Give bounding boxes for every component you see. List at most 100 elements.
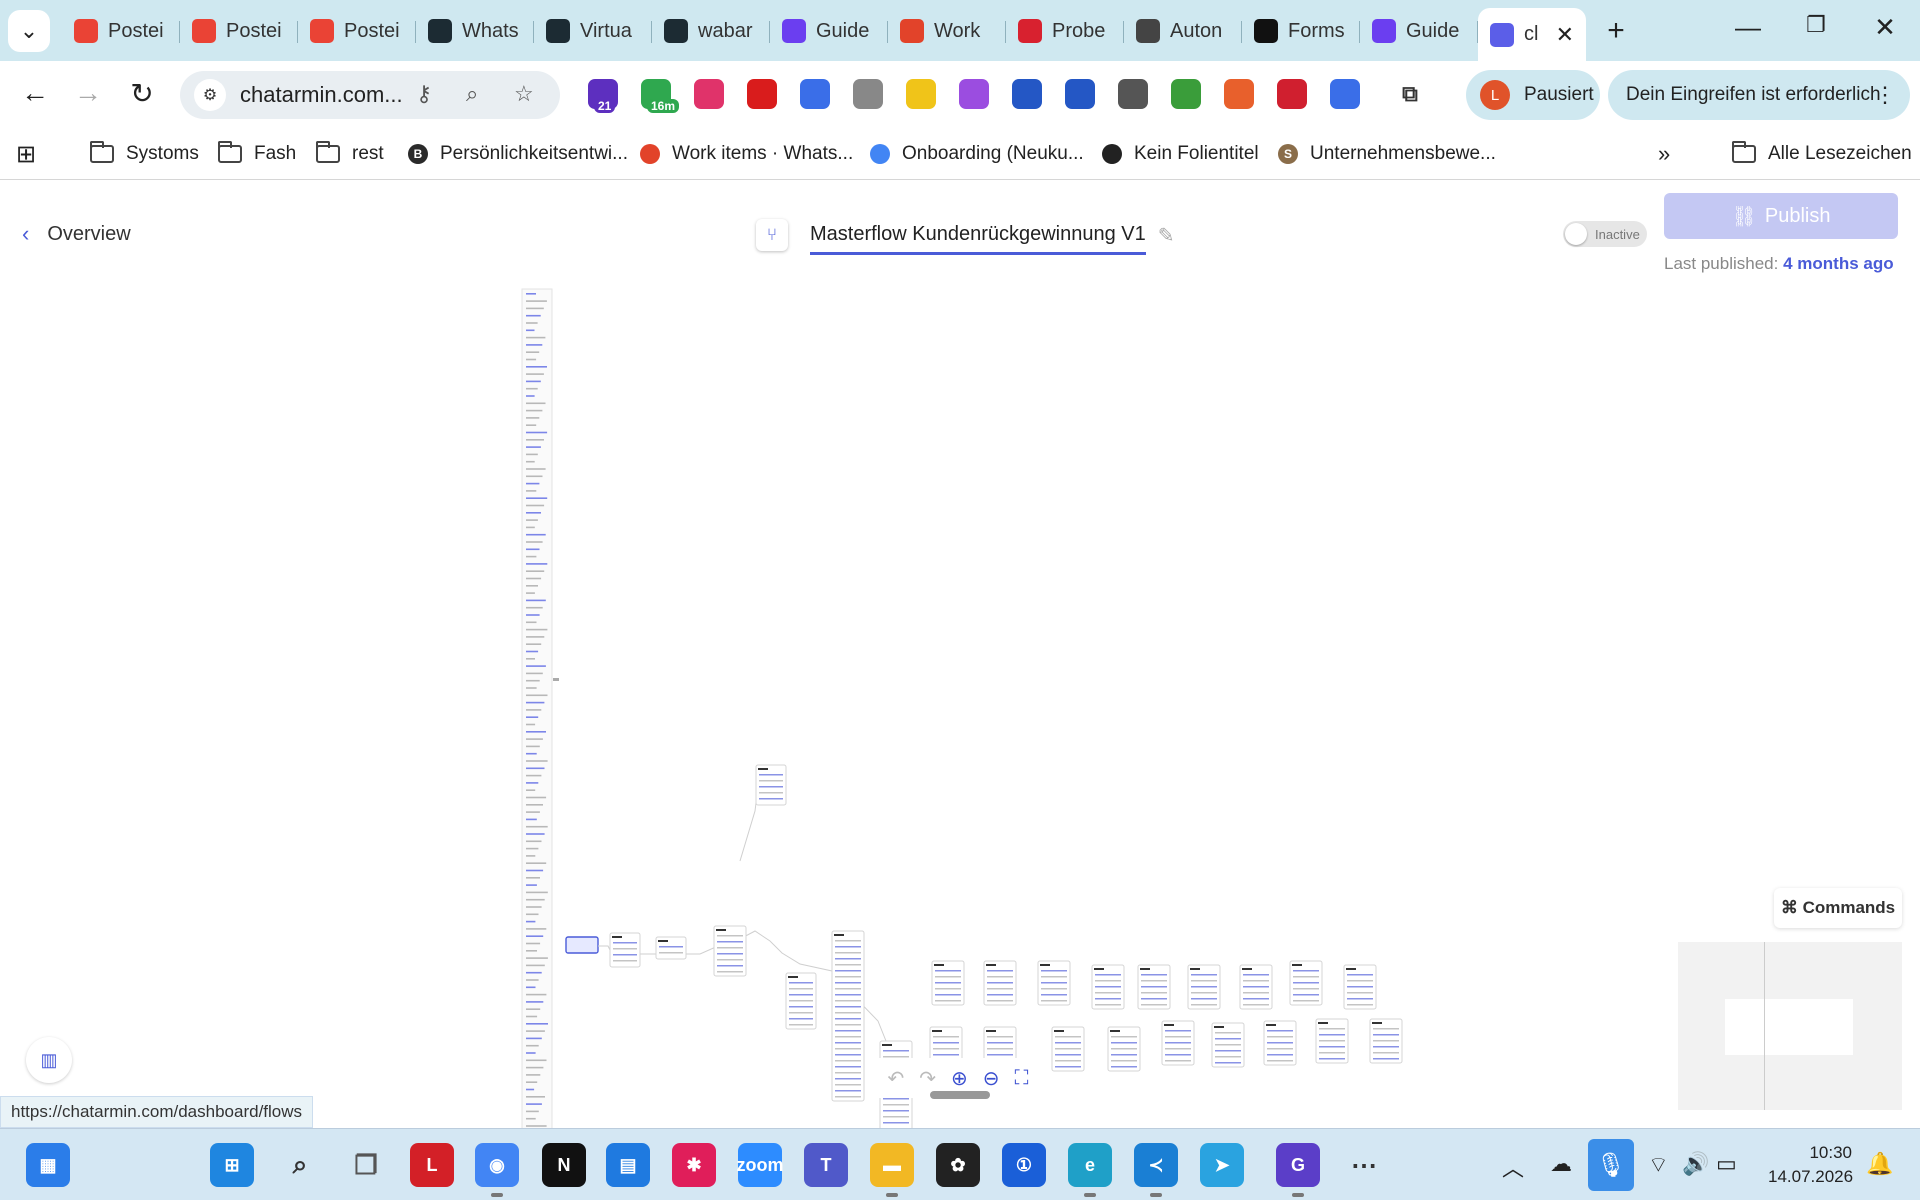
bookmark-0[interactable]: Systoms <box>89 138 199 170</box>
notifications-icon[interactable]: 🔔 <box>1866 1151 1893 1177</box>
tab-6[interactable]: Guide <box>770 10 888 52</box>
profile-button[interactable]: L Pausiert <box>1466 70 1600 120</box>
stats-button[interactable]: ▥ <box>26 1037 72 1083</box>
zoom-icon[interactable]: ⌕ <box>466 81 478 107</box>
clock-ext-icon[interactable] <box>1118 79 1148 109</box>
flow-node[interactable] <box>565 936 599 954</box>
close-window-button[interactable]: ✕ <box>1862 12 1908 43</box>
battery-icon[interactable]: ▭ <box>1716 1151 1737 1177</box>
publish-button[interactable]: ⛓ Publish <box>1664 193 1898 239</box>
task-view-icon[interactable]: ❐ <box>344 1143 388 1187</box>
widgets-icon[interactable]: ▦ <box>26 1143 70 1187</box>
active-toggle[interactable]: Inactive <box>1563 221 1647 247</box>
horizontal-scrollbar[interactable] <box>930 1091 990 1099</box>
reload-button[interactable]: ↻ <box>122 77 162 110</box>
tab-5[interactable]: wabar <box>652 10 770 52</box>
all-bookmarks-button[interactable]: Alle Lesezeichen <box>1731 138 1912 170</box>
tab-7[interactable]: Work <box>888 10 1006 52</box>
file-explorer-icon[interactable]: ▬ <box>870 1143 914 1197</box>
back-button[interactable]: ← <box>15 77 55 109</box>
tab-10[interactable]: Forms <box>1242 10 1360 52</box>
g-ext-icon[interactable] <box>1277 79 1307 109</box>
forward-button[interactable]: → <box>68 77 108 109</box>
tab-1[interactable]: Postei <box>180 10 298 52</box>
cloud-ext-icon[interactable] <box>1012 79 1042 109</box>
extensions-puzzle-icon[interactable]: ⧉ <box>1395 79 1425 109</box>
bookmark-3[interactable]: B Persönlichkeitsentwi... <box>408 138 628 170</box>
fit-view-icon[interactable]: ⛶ <box>1014 1067 1028 1090</box>
notion-icon[interactable]: N <box>542 1143 586 1187</box>
fox-ext-icon[interactable] <box>1224 79 1254 109</box>
flow-node[interactable] <box>609 932 641 968</box>
minimap-viewport[interactable] <box>1725 999 1853 1055</box>
tab-11[interactable]: Guide <box>1360 10 1478 52</box>
1password-icon[interactable]: ① <box>1002 1143 1046 1187</box>
tray-chevron-icon[interactable]: ︿ <box>1502 1151 1524 1183</box>
commands-button[interactable]: ⌘ Commands <box>1774 888 1902 928</box>
tab-3[interactable]: Whats <box>416 10 534 52</box>
vscode-icon[interactable]: ≺ <box>1134 1143 1178 1197</box>
grid-ext-icon[interactable] <box>694 79 724 109</box>
flow-node[interactable] <box>929 1026 963 1062</box>
intervention-alert-button[interactable]: Dein Eingreifen ist erforderlich ⋮ <box>1608 70 1910 120</box>
overview-back-link[interactable]: ‹ Overview <box>22 221 131 247</box>
camera-ext-icon[interactable] <box>853 79 883 109</box>
tab-search-button[interactable]: ⌄ <box>8 10 50 52</box>
slack-icon[interactable]: ✱ <box>672 1143 716 1187</box>
onedrive-icon[interactable]: ☁ <box>1550 1151 1572 1177</box>
tab-active[interactable]: cl ✕ <box>1478 8 1586 61</box>
l-app-icon[interactable]: L <box>410 1143 454 1187</box>
address-bar[interactable]: ⚙ chatarmin.com... ⚷ ⌕ ☆ <box>180 71 560 119</box>
flow-name-input[interactable]: Masterflow Kundenrückgewinnung V1 <box>810 215 1146 255</box>
tab-8[interactable]: Probe <box>1006 10 1124 52</box>
site-info-icon[interactable]: ⚙ <box>194 79 226 111</box>
edge-icon[interactable]: e <box>1068 1143 1112 1197</box>
guidde-icon[interactable]: G <box>1276 1143 1320 1197</box>
edit-icon[interactable]: ✎ <box>1158 223 1175 248</box>
flow-node[interactable] <box>983 1026 1017 1062</box>
bookmark-2[interactable]: rest <box>315 138 384 170</box>
snowflake-ext-icon[interactable] <box>1330 79 1360 109</box>
new-tab-button[interactable]: + <box>1598 14 1634 48</box>
flow-canvas[interactable] <box>0 281 1920 1132</box>
chatgpt-icon[interactable]: ✿ <box>936 1143 980 1187</box>
menu-dots-icon[interactable]: ⋮ <box>1874 82 1896 108</box>
tab-2[interactable]: Postei <box>298 10 416 52</box>
tab-0[interactable]: Postei <box>62 10 180 52</box>
zoom-in-icon[interactable]: ⊕ <box>951 1066 968 1091</box>
restore-button[interactable]: ❐ <box>1793 12 1839 38</box>
zoom-icon[interactable]: zoom <box>737 1143 784 1187</box>
flow-node[interactable] <box>713 925 747 977</box>
ring-ext-icon[interactable] <box>959 79 989 109</box>
close-tab-icon[interactable]: ✕ <box>1556 22 1574 48</box>
bookmark-4[interactable]: Work items · Whats... <box>640 138 853 170</box>
more-apps-icon[interactable]: ⋯ <box>1342 1143 1386 1187</box>
tab-9[interactable]: Auton <box>1124 10 1242 52</box>
face-ext-icon[interactable] <box>906 79 936 109</box>
bookmark-7[interactable]: S Unternehmensbewe... <box>1278 138 1496 170</box>
eyedropper-ext-icon[interactable] <box>747 79 777 109</box>
microphone-icon[interactable]: 🎙 <box>1588 1139 1634 1191</box>
search-icon[interactable]: ⌕ <box>278 1143 322 1187</box>
bookmark-6[interactable]: Kein Folientitel <box>1102 138 1259 170</box>
undo-icon[interactable]: ↶ <box>887 1066 904 1091</box>
bookmark-5[interactable]: Onboarding (Neuku... <box>870 138 1084 170</box>
wifi-icon[interactable]: ⌔ <box>1648 1151 1669 1179</box>
clock[interactable]: 10:30 14.07.2026 <box>1768 1141 1853 1189</box>
minimize-button[interactable]: — <box>1725 12 1771 43</box>
redo-icon[interactable]: ↷ <box>919 1066 936 1091</box>
key-icon[interactable]: ⚷ <box>416 81 432 107</box>
chrome-icon[interactable]: ◉ <box>475 1143 519 1197</box>
telegram-icon[interactable]: ➤ <box>1200 1143 1244 1187</box>
bookmark-star-icon[interactable]: ☆ <box>514 81 534 107</box>
minimap[interactable] <box>1678 942 1902 1110</box>
store-icon[interactable]: ▤ <box>606 1143 650 1187</box>
more-bookmarks-icon[interactable]: » <box>1658 138 1670 170</box>
c-ext-icon[interactable] <box>800 79 830 109</box>
zoom-out-icon[interactable]: ⊖ <box>983 1066 1000 1091</box>
flow-graph[interactable] <box>0 281 1920 1132</box>
bookmark-1[interactable]: Fash <box>217 138 296 170</box>
apps-grid-icon[interactable]: ⊞ <box>16 138 36 170</box>
tab-4[interactable]: Virtua <box>534 10 652 52</box>
teams-icon[interactable]: T <box>804 1143 848 1187</box>
